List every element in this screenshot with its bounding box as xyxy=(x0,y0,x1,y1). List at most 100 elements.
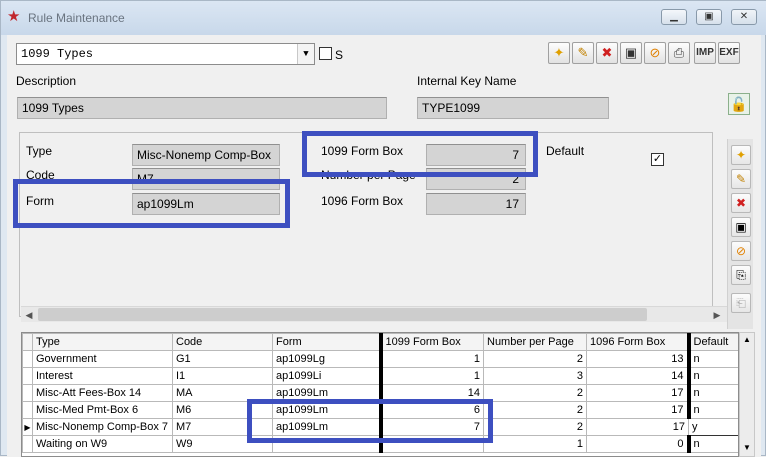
cell-1096-box[interactable]: 17 xyxy=(586,384,689,402)
cell-code[interactable]: I1 xyxy=(172,367,273,385)
restore-button[interactable]: ▣ xyxy=(696,9,722,25)
cell-code[interactable]: W9 xyxy=(172,435,273,453)
minimize-button[interactable]: ▁ xyxy=(661,9,687,25)
cell-code[interactable]: M7 xyxy=(172,418,273,436)
cell-type[interactable]: Interest xyxy=(32,367,173,385)
cell-form-box[interactable]: 7 xyxy=(378,418,484,436)
cell-code[interactable]: MA xyxy=(172,384,273,402)
grid-vertical-scrollbar[interactable]: ▲ ▼ xyxy=(739,332,755,457)
form-box-label: 1099 Form Box xyxy=(321,144,404,158)
cell-type[interactable]: Misc-Att Fees-Box 14 xyxy=(32,384,173,402)
chevron-down-icon[interactable]: ▼ xyxy=(297,44,314,64)
table-row[interactable]: Misc-Att Fees-Box 14 MA ap1099Lm 14 2 17… xyxy=(22,384,738,402)
scroll-left-icon[interactable]: ◀ xyxy=(21,307,37,323)
cell-default[interactable]: n xyxy=(686,435,738,453)
row-selector[interactable] xyxy=(22,435,33,453)
column-header-number-per-page[interactable]: Number per Page xyxy=(483,333,587,351)
import-button[interactable]: IMP xyxy=(694,42,716,64)
print-icon[interactable]: ⎙ xyxy=(668,42,690,64)
scroll-up-icon[interactable]: ▲ xyxy=(740,333,754,347)
form-box-field[interactable]: 7 xyxy=(426,144,526,166)
side-copy-icon[interactable]: ⎘ xyxy=(731,265,751,285)
cell-form[interactable]: ap1099Li xyxy=(272,367,381,385)
delete-icon[interactable]: ✖ xyxy=(596,42,618,64)
cancel-icon[interactable]: ⊘ xyxy=(644,42,666,64)
edit-icon[interactable]: ✎ xyxy=(572,42,594,64)
column-header-default[interactable]: Default xyxy=(686,333,738,351)
save-icon[interactable]: ▣ xyxy=(620,42,642,64)
close-button[interactable]: ✕ xyxy=(731,9,757,25)
table-row[interactable]: Government G1 ap1099Lg 1 2 13 n xyxy=(22,350,738,368)
cell-form-box[interactable]: 1 xyxy=(378,350,484,368)
cell-number-per-page[interactable]: 2 xyxy=(483,384,587,402)
cell-type[interactable]: Misc-Med Pmt-Box 6 xyxy=(32,401,173,419)
cell-number-per-page[interactable]: 2 xyxy=(483,418,587,436)
cell-form-box[interactable] xyxy=(378,435,484,453)
rule-select[interactable]: 1099 Types ▼ xyxy=(16,43,315,65)
cell-form-box[interactable]: 14 xyxy=(378,384,484,402)
table-row[interactable]: Interest I1 ap1099Li 1 3 14 n xyxy=(22,367,738,385)
cell-code[interactable]: M6 xyxy=(172,401,273,419)
cell-number-per-page[interactable]: 1 xyxy=(483,435,587,453)
table-row-current[interactable]: ▶ Misc-Nonemp Comp-Box 7 M7 ap1099Lm 7 2… xyxy=(22,418,738,436)
unlock-icon[interactable]: 🔓 xyxy=(728,93,750,115)
row-selector[interactable] xyxy=(22,401,33,419)
scroll-thumb[interactable] xyxy=(38,308,647,321)
cell-default[interactable]: n xyxy=(686,367,738,385)
default-checkbox[interactable]: ✓ xyxy=(651,153,664,166)
cell-1096-box[interactable]: 0 xyxy=(586,435,689,453)
cell-form[interactable]: ap1099Lm xyxy=(272,384,381,402)
row-selector[interactable] xyxy=(22,384,33,402)
cell-default[interactable]: n xyxy=(686,384,738,402)
new-icon[interactable]: ✦ xyxy=(548,42,570,64)
cell-type[interactable]: Misc-Nonemp Comp-Box 7 xyxy=(32,418,173,436)
cell-default[interactable]: y xyxy=(688,418,738,436)
cell-1096-box[interactable]: 17 xyxy=(586,418,689,436)
detail-horizontal-scrollbar[interactable]: ◀ ▶ xyxy=(21,306,727,322)
table-row[interactable]: Misc-Med Pmt-Box 6 M6 ap1099Lm 6 2 17 n xyxy=(22,401,738,419)
type-field[interactable]: Misc-Nonemp Comp-Box xyxy=(132,144,280,166)
s-checkbox[interactable] xyxy=(319,47,332,60)
cell-form[interactable]: ap1099Lm xyxy=(272,401,381,419)
side-edit-icon[interactable]: ✎ xyxy=(731,169,751,189)
export-button[interactable]: EXF xyxy=(718,42,740,64)
number-per-page-field[interactable]: 2 xyxy=(426,168,526,190)
current-row-marker-icon[interactable]: ▶ xyxy=(22,418,33,436)
side-paste-icon[interactable]: ⎗ xyxy=(731,293,751,313)
form-field[interactable]: ap1099Lm xyxy=(132,193,280,215)
cell-number-per-page[interactable]: 2 xyxy=(483,401,587,419)
cell-form-box[interactable]: 1 xyxy=(378,367,484,385)
cell-type[interactable]: Waiting on W9 xyxy=(32,435,173,453)
cell-1096-box[interactable]: 14 xyxy=(586,367,689,385)
cell-code[interactable]: G1 xyxy=(172,350,273,368)
cell-1096-box[interactable]: 13 xyxy=(586,350,689,368)
cell-form[interactable]: ap1099Lg xyxy=(272,350,381,368)
column-header-form-box[interactable]: 1099 Form Box xyxy=(378,333,484,351)
box-1096-field[interactable]: 17 xyxy=(426,193,526,215)
column-header-1096-box[interactable]: 1096 Form Box xyxy=(586,333,689,351)
table-row[interactable]: Waiting on W9 W9 1 0 n xyxy=(22,435,738,453)
code-field[interactable]: M7 xyxy=(132,168,280,190)
side-new-icon[interactable]: ✦ xyxy=(731,145,751,165)
cell-1096-box[interactable]: 17 xyxy=(586,401,689,419)
cell-form-box[interactable]: 6 xyxy=(378,401,484,419)
cell-number-per-page[interactable]: 3 xyxy=(483,367,587,385)
description-field[interactable]: 1099 Types xyxy=(17,97,387,119)
column-header-code[interactable]: Code xyxy=(172,333,273,351)
cell-type[interactable]: Government xyxy=(32,350,173,368)
column-header-form[interactable]: Form xyxy=(272,333,381,351)
column-header-type[interactable]: Type xyxy=(32,333,173,351)
cell-form[interactable]: ap1099Lm xyxy=(272,418,381,436)
row-selector[interactable] xyxy=(22,367,33,385)
internal-key-field[interactable]: TYPE1099 xyxy=(417,97,609,119)
scroll-down-icon[interactable]: ▼ xyxy=(740,441,754,455)
side-delete-icon[interactable]: ✖ xyxy=(731,193,751,213)
cell-default[interactable]: n xyxy=(686,350,738,368)
cell-number-per-page[interactable]: 2 xyxy=(483,350,587,368)
side-save-icon[interactable]: ▣ xyxy=(731,217,751,237)
row-selector[interactable] xyxy=(22,350,33,368)
side-cancel-icon[interactable]: ⊘ xyxy=(731,241,751,261)
cell-default[interactable]: n xyxy=(686,401,738,419)
cell-form[interactable] xyxy=(272,435,381,453)
scroll-right-icon[interactable]: ▶ xyxy=(709,307,725,323)
